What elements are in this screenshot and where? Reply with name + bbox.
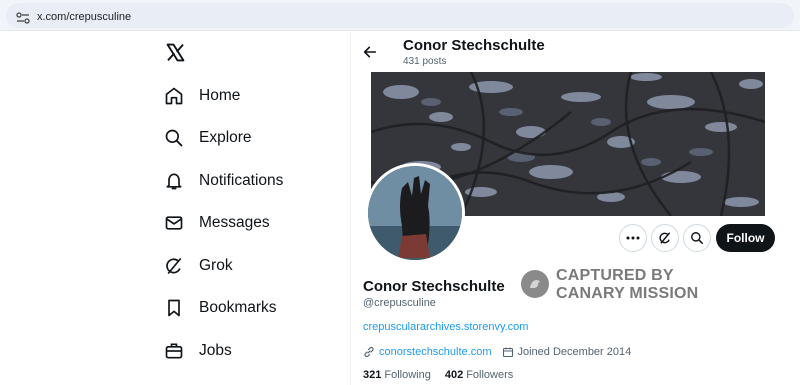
browser-address-bar: x.com/crepusculine: [0, 0, 800, 31]
profile-name: Conor Stechschulte: [363, 278, 505, 295]
search-icon: [691, 232, 704, 245]
sidebar-item-label: Notifications: [199, 172, 284, 189]
url-field[interactable]: x.com/crepusculine: [6, 3, 794, 28]
sidebar-item-notifications[interactable]: Notifications: [163, 166, 283, 196]
calendar-icon: [502, 346, 514, 358]
post-count: 431 posts: [403, 56, 447, 67]
header-title: Conor Stechschulte: [403, 37, 545, 54]
follow-button[interactable]: Follow: [716, 224, 775, 252]
following-label: Following: [384, 369, 431, 381]
bio-link[interactable]: crepusculararchives.storenvy.com: [363, 321, 528, 333]
sidebar-item-label: Explore: [199, 129, 252, 146]
sidebar-item-bookmarks[interactable]: Bookmarks: [163, 293, 277, 323]
grok-icon: [163, 255, 185, 277]
profile-handle: @crepusculine: [363, 297, 436, 309]
following-count: 321: [363, 369, 382, 381]
arrow-left-icon: [363, 46, 377, 58]
url-text: x.com/crepusculine: [37, 11, 132, 23]
sidebar-item-explore[interactable]: Explore: [163, 123, 252, 153]
more-options-button[interactable]: [619, 224, 647, 252]
sidebar-item-label: Grok: [199, 257, 233, 274]
followers-label: Followers: [466, 369, 514, 381]
profile-main: Conor Stechschulte 431 posts Follow Cono…: [351, 31, 800, 385]
website-link[interactable]: conorstechschulte.com: [379, 346, 492, 358]
sidebar-item-label: Home: [199, 87, 241, 104]
site-info-icon[interactable]: [16, 12, 30, 24]
search-icon: [163, 127, 185, 149]
sidebar-item-label: Bookmarks: [199, 299, 277, 316]
watermark-line-1: CAPTURED BY: [556, 267, 674, 284]
followers-link[interactable]: 402 Followers: [445, 369, 513, 381]
back-button[interactable]: [359, 41, 381, 63]
follow-stats: 321 Following 402 Followers: [363, 369, 527, 381]
avatar-image: [368, 166, 462, 260]
bell-icon: [163, 170, 185, 192]
search-profile-button[interactable]: [683, 224, 711, 252]
briefcase-icon: [163, 340, 185, 362]
watermark: CAPTURED BY CANARY MISSION: [521, 267, 711, 303]
envelope-icon: [163, 212, 185, 234]
avatar[interactable]: [365, 163, 465, 263]
x-logo-icon[interactable]: [166, 43, 185, 62]
sidebar-item-label: Jobs: [199, 342, 232, 359]
sidebar: Home Explore Notifications Messages Grok…: [150, 31, 350, 385]
more-dots-icon: [626, 236, 640, 240]
sidebar-item-grok[interactable]: Grok: [163, 251, 233, 281]
sidebar-item-messages[interactable]: Messages: [163, 208, 270, 238]
profile-meta: conorstechschulte.com Joined December 20…: [363, 345, 631, 359]
grok-icon: [659, 232, 671, 244]
home-icon: [163, 85, 185, 107]
sidebar-item-label: Messages: [199, 214, 270, 231]
joined-date: Joined December 2014: [517, 346, 632, 358]
canary-logo-icon: [521, 270, 549, 298]
followers-count: 402: [444, 369, 464, 381]
following-link[interactable]: 321 Following: [363, 369, 431, 381]
watermark-line-2: CANARY MISSION: [556, 285, 699, 302]
sidebar-item-jobs[interactable]: Jobs: [163, 336, 232, 366]
grok-button[interactable]: [651, 224, 679, 252]
bookmark-icon: [163, 297, 185, 319]
sidebar-item-home[interactable]: Home: [163, 81, 240, 111]
link-icon: [363, 346, 375, 358]
